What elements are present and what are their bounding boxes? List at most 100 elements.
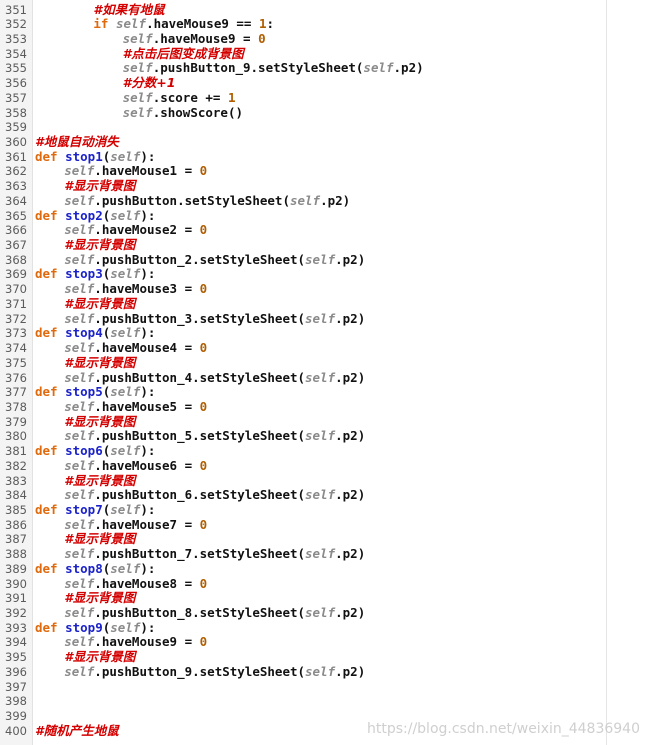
code-token: .pushButton_8.setStyleSheet( — [94, 605, 306, 621]
code-line[interactable]: 388 self.pushButton_7.setStyleSheet(self.… — [0, 546, 606, 562]
self-token: self — [122, 30, 153, 46]
code-token: .showScore() — [152, 104, 244, 120]
code-line[interactable]: 354 #点击后图变成背景图 — [0, 45, 606, 62]
self-token: self — [110, 443, 141, 459]
self-token: self — [122, 89, 153, 105]
line-number: 393 — [5, 620, 27, 635]
code-line[interactable]: 381 def stop6(self): — [0, 443, 606, 459]
line-number: 400 — [5, 723, 27, 738]
code-token: .pushButton_3.setStyleSheet( — [94, 310, 306, 326]
code-line[interactable]: 361 def stop1(self): — [0, 148, 606, 165]
code-line[interactable]: 371 #显示背景图 — [0, 296, 606, 312]
self-token: self — [305, 663, 336, 679]
code-editor[interactable]: 351 #如果有地鼠 352 if self.haveMouse9 == 1: 353 s… — [0, 0, 650, 745]
code-line[interactable]: 376 self.pushButton_4.setStyleSheet(self.… — [0, 370, 606, 386]
line-code: self.haveMouse1 = 0 — [64, 164, 207, 179]
code-line[interactable]: 363 #显示背景图 — [0, 178, 606, 194]
comment-token: #分数+1 — [122, 75, 176, 91]
line-code: self.pushButton.setStyleSheet(self.p2) — [64, 193, 350, 209]
code-line[interactable]: 362 self.haveMouse1 = 0 — [0, 164, 606, 179]
line-code: def stop7(self): — [35, 502, 155, 518]
code-line[interactable]: 377 def stop5(self): — [0, 384, 606, 400]
code-line[interactable]: 383 #显示背景图 — [0, 473, 606, 489]
code-line[interactable]: 352 if self.haveMouse9 == 1: — [0, 16, 606, 32]
code-line[interactable]: 375 #显示背景图 — [0, 355, 606, 371]
line-number: 366 — [5, 223, 27, 238]
code-token: .haveMouse5 = — [94, 398, 200, 414]
line-code: self.haveMouse9 = 0 — [122, 30, 266, 47]
number-token: 0 — [258, 30, 266, 46]
code-line[interactable]: 396 self.pushButton_9.setStyleSheet(self.… — [0, 663, 606, 680]
code-line[interactable]: 393 def stop9(self): — [0, 620, 606, 636]
code-line[interactable]: 391 #显示背景图 — [0, 590, 606, 606]
code-line[interactable]: 351 #如果有地鼠 — [0, 2, 606, 18]
keyword-token: def — [35, 148, 66, 164]
line-code: self.pushButton_3.setStyleSheet(self.p2) — [64, 310, 365, 327]
number-token: 1 — [227, 89, 236, 105]
code-line[interactable]: 389 def stop8(self): — [0, 561, 606, 577]
code-line[interactable]: 367 #显示背景图 — [0, 237, 606, 253]
line-number: 390 — [5, 576, 27, 591]
code-line[interactable]: 374 self.haveMouse4 = 0 — [0, 340, 606, 356]
number-token: 0 — [199, 340, 208, 356]
code-line[interactable]: 353 self.haveMouse9 = 0 — [0, 30, 606, 47]
line-number: 364 — [5, 193, 27, 208]
code-line[interactable]: 364 self.pushButton.setStyleSheet(self.p2… — [0, 193, 606, 209]
code-token: .p2) — [393, 60, 424, 76]
self-token: self — [110, 325, 141, 341]
code-line[interactable]: 379 #显示背景图 — [0, 414, 606, 430]
code-line[interactable]: 369 def stop3(self): — [0, 267, 606, 282]
code-line[interactable]: 359 — [0, 120, 606, 135]
line-number: 399 — [5, 709, 27, 724]
code-line[interactable]: 368 self.pushButton_2.setStyleSheet(self.… — [0, 252, 606, 268]
line-code: #显示背景图 — [64, 590, 135, 606]
code-token: .p2) — [335, 663, 366, 679]
self-token: self — [64, 663, 95, 679]
self-token: self — [64, 487, 95, 503]
line-number: 395 — [5, 650, 27, 665]
line-code: #显示背景图 — [64, 414, 135, 430]
code-line[interactable]: 398 — [0, 694, 606, 709]
code-line[interactable]: 390 self.haveMouse8 = 0 — [0, 576, 606, 592]
code-line[interactable]: 357 self.score += 1 — [0, 89, 606, 106]
code-line[interactable]: 384 self.pushButton_6.setStyleSheet(self.… — [0, 487, 606, 503]
code-line[interactable]: 356 #分数+1 — [0, 75, 606, 91]
self-token: self — [64, 546, 95, 562]
line-number: 377 — [5, 385, 27, 400]
code-line[interactable]: 355 self.pushButton_9.setStyleSheet(self.… — [0, 61, 606, 76]
keyword-token: if — [93, 16, 116, 32]
code-line[interactable]: 365 def stop2(self): — [0, 208, 606, 224]
code-token: .haveMouse2 = — [94, 222, 200, 238]
number-token: 1 — [258, 16, 267, 32]
keyword-token: def — [35, 266, 66, 282]
code-line[interactable]: 378 self.haveMouse5 = 0 — [0, 398, 606, 415]
line-number: 387 — [5, 532, 27, 547]
code-line[interactable]: 397 — [0, 680, 606, 695]
code-line[interactable]: 360 #地鼠自动消失 — [0, 134, 606, 150]
code-line[interactable]: 366 self.haveMouse2 = 0 — [0, 222, 606, 238]
line-number: 397 — [5, 679, 27, 694]
comment-token: #点击后图变成背景图 — [122, 45, 244, 61]
keyword-token: def — [35, 384, 66, 400]
code-token: ): — [140, 443, 156, 459]
line-code: self.showScore() — [123, 104, 244, 121]
code-line[interactable]: 370 self.haveMouse3 = 0 — [0, 281, 606, 297]
line-code: #显示背景图 — [64, 473, 135, 489]
code-line[interactable]: 394 self.haveMouse9 = 0 — [0, 635, 606, 650]
line-number: 383 — [5, 473, 27, 488]
code-line[interactable]: 392 self.pushButton_8.setStyleSheet(self.… — [0, 605, 606, 621]
code-line[interactable]: 373 def stop4(self): — [0, 325, 606, 341]
code-token: .haveMouse9 = — [94, 634, 200, 650]
code-line[interactable]: 386 self.haveMouse7 = 0 — [0, 517, 606, 533]
code-line[interactable]: 395 #显示背景图 — [0, 649, 606, 665]
code-line[interactable]: 382 self.haveMouse6 = 0 — [0, 458, 606, 474]
code-line[interactable]: 358 self.showScore() — [0, 104, 606, 121]
code-line[interactable]: 387 #显示背景图 — [0, 532, 606, 547]
self-token: self — [64, 398, 95, 414]
line-number: 384 — [5, 488, 27, 503]
comment-token: #显示背景图 — [64, 178, 136, 194]
code-line[interactable]: 385 def stop7(self): — [0, 502, 606, 518]
code-token: .haveMouse4 = — [94, 340, 200, 356]
code-line[interactable]: 380 self.pushButton_5.setStyleSheet(self.… — [0, 429, 606, 444]
code-line[interactable]: 372 self.pushButton_3.setStyleSheet(self.… — [0, 310, 606, 327]
